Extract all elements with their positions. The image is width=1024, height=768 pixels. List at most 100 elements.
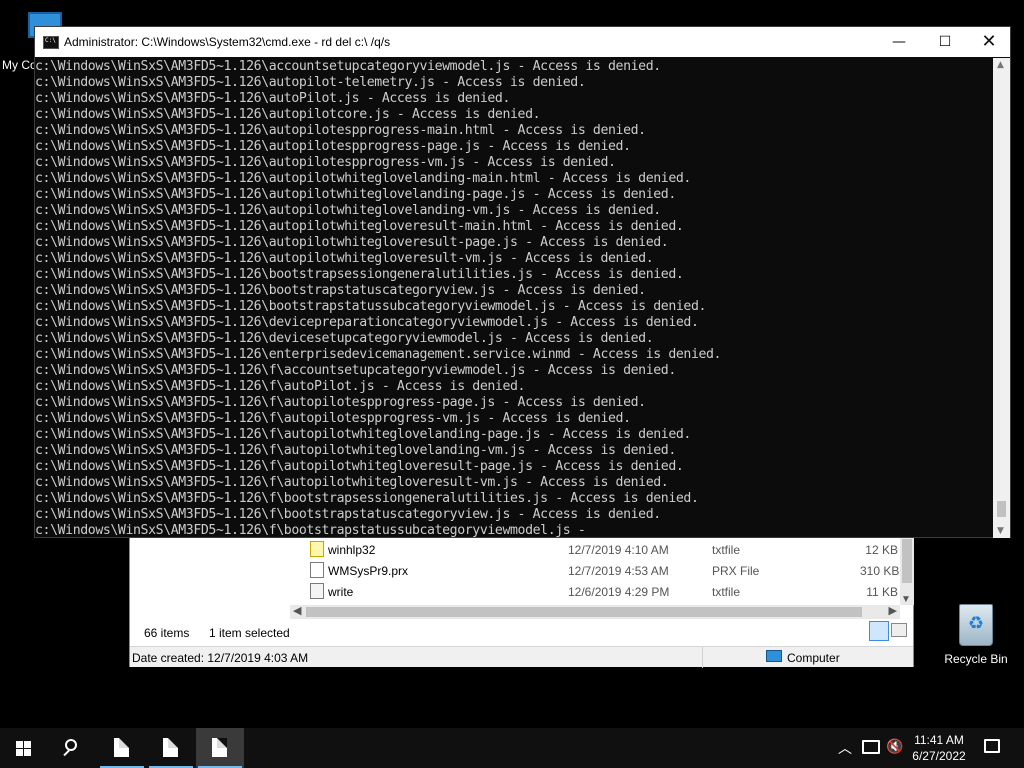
maximize-button[interactable]: ☐ — [922, 27, 968, 57]
console-line: c:\Windows\WinSxS\AM3FD5~1.126\autopilot… — [35, 187, 676, 202]
console-line: c:\Windows\WinSxS\AM3FD5~1.126\f\account… — [35, 363, 676, 378]
divider — [702, 647, 703, 668]
scroll-up-icon[interactable]: ▲ — [997, 60, 1004, 70]
taskbar-app-1[interactable] — [98, 728, 146, 768]
file-row[interactable]: WMSysPr9.prx 12/7/2019 4:53 AM PRX File … — [290, 560, 900, 581]
file-row[interactable]: write 12/6/2019 4:29 PM txtfile 11 KB — [290, 581, 900, 602]
file-date: 12/7/2019 4:53 AM — [568, 564, 669, 578]
search-button[interactable] — [48, 728, 96, 768]
cmd-app-icon — [43, 36, 59, 49]
scroll-left-icon[interactable]: ◀ — [293, 604, 301, 617]
clock-time: 11:41 AM — [914, 733, 964, 747]
write-file-icon — [310, 583, 324, 599]
console-line: c:\Windows\WinSxS\AM3FD5~1.126\autopilot… — [35, 203, 661, 218]
console-line: c:\Windows\WinSxS\AM3FD5~1.126\accountse… — [35, 59, 661, 74]
console-line: c:\Windows\WinSxS\AM3FD5~1.126\enterpris… — [35, 347, 722, 362]
notifications-icon[interactable] — [984, 739, 1000, 753]
file-date: 12/7/2019 4:10 AM — [568, 543, 669, 557]
scroll-down-icon[interactable]: ▼ — [997, 526, 1004, 536]
cmd-window: Administrator: C:\Windows\System32\cmd.e… — [34, 26, 1011, 538]
file-icon — [212, 738, 227, 757]
file-type: txtfile — [712, 543, 741, 557]
view-toggle — [869, 621, 909, 641]
scroll-right-icon[interactable]: ▶ — [889, 604, 897, 617]
vertical-scrollbar[interactable]: ▼ — [900, 535, 914, 605]
desktop-icon-label: Recycle Bin — [944, 652, 1008, 666]
file-icon — [114, 738, 129, 757]
taskbar-app-2[interactable] — [147, 728, 195, 768]
file-name: winhlp32 — [328, 543, 376, 557]
computer-icon — [766, 650, 782, 662]
console-line: c:\Windows\WinSxS\AM3FD5~1.126\f\autopil… — [35, 459, 684, 474]
window-title: Administrator: C:\Windows\System32\cmd.e… — [64, 35, 391, 49]
details-view-icon[interactable] — [869, 621, 889, 641]
show-hidden-icons-chevron-icon[interactable]: ︿ — [838, 738, 854, 756]
vertical-scrollbar[interactable]: ▲ ▼ — [993, 58, 1010, 538]
console-line: c:\Windows\WinSxS\AM3FD5~1.126\f\autoPil… — [35, 379, 526, 394]
desktop-icon-label: My Co — [2, 58, 37, 72]
file-list[interactable]: winhlp32 12/7/2019 4:10 AM txtfile 12 KB… — [290, 535, 914, 607]
console-line: c:\Windows\WinSxS\AM3FD5~1.126\autopilot… — [35, 171, 691, 186]
large-icons-view-icon[interactable] — [891, 623, 907, 637]
console-line: c:\Windows\WinSxS\AM3FD5~1.126\f\autopil… — [35, 395, 646, 410]
console-line: c:\Windows\WinSxS\AM3FD5~1.126\devicepre… — [35, 315, 699, 330]
console-line: c:\Windows\WinSxS\AM3FD5~1.126\f\autopil… — [35, 411, 631, 426]
file-name: write — [328, 585, 354, 599]
console-line: c:\Windows\WinSxS\AM3FD5~1.126\autoPilot… — [35, 91, 510, 106]
console-line: c:\Windows\WinSxS\AM3FD5~1.126\autopilot… — [35, 219, 684, 234]
file-icon — [310, 562, 324, 578]
file-icon — [163, 738, 178, 757]
console-line: c:\Windows\WinSxS\AM3FD5~1.126\autopilot… — [35, 107, 541, 122]
console-line: c:\Windows\WinSxS\AM3FD5~1.126\f\bootstr… — [35, 507, 661, 522]
console-line: c:\Windows\WinSxS\AM3FD5~1.126\autopilot… — [35, 75, 586, 90]
console-line: c:\Windows\WinSxS\AM3FD5~1.126\autopilot… — [35, 251, 654, 266]
recycle-bin-icon — [959, 604, 993, 646]
system-clock[interactable]: 11:41 AM 6/27/2022 — [908, 732, 970, 768]
taskbar-app-3[interactable] — [196, 728, 244, 768]
navigation-pane[interactable] — [130, 535, 290, 619]
console-line: c:\Windows\WinSxS\AM3FD5~1.126\f\bootstr… — [35, 523, 586, 538]
file-type: txtfile — [712, 585, 741, 599]
scroll-down-icon[interactable]: ▼ — [901, 594, 911, 605]
console-line: c:\Windows\WinSxS\AM3FD5~1.126\bootstrap… — [35, 267, 684, 282]
help-file-icon — [310, 541, 324, 557]
scrollbar-thumb[interactable] — [902, 539, 912, 583]
console-output[interactable]: c:\Windows\WinSxS\AM3FD5~1.126\accountse… — [35, 58, 995, 538]
console-line: c:\Windows\WinSxS\AM3FD5~1.126\deviceset… — [35, 331, 654, 346]
windows-logo-icon — [16, 741, 32, 756]
file-name: WMSysPr9.prx — [328, 564, 409, 578]
clock-date: 6/27/2022 — [912, 749, 966, 763]
horizontal-scrollbar[interactable]: ◀ ▶ — [290, 605, 900, 619]
search-icon — [65, 739, 77, 751]
network-icon[interactable] — [862, 740, 880, 754]
minimize-button[interactable]: — — [876, 27, 922, 57]
file-size: 310 KB — [860, 564, 900, 578]
console-line: c:\Windows\WinSxS\AM3FD5~1.126\f\autopil… — [35, 475, 669, 490]
scrollbar-thumb[interactable] — [306, 607, 862, 617]
desktop-icon-recycle-bin[interactable]: Recycle Bin — [942, 600, 1010, 666]
console-line: c:\Windows\WinSxS\AM3FD5~1.126\autopilot… — [35, 155, 616, 170]
taskbar: ︿ 🔇 11:41 AM 6/27/2022 — [0, 728, 1024, 768]
console-line: c:\Windows\WinSxS\AM3FD5~1.126\autopilot… — [35, 139, 631, 154]
start-button[interactable] — [0, 728, 48, 768]
date-created: Date created: 12/7/2019 4:03 AM — [132, 651, 309, 665]
console-line: c:\Windows\WinSxS\AM3FD5~1.126\bootstrap… — [35, 283, 646, 298]
console-line: c:\Windows\WinSxS\AM3FD5~1.126\f\autopil… — [35, 443, 676, 458]
file-date: 12/6/2019 4:29 PM — [568, 585, 670, 599]
scrollbar-thumb[interactable] — [997, 501, 1006, 517]
file-row[interactable]: winhlp32 12/7/2019 4:10 AM txtfile 12 KB — [290, 539, 900, 560]
title-bar[interactable]: Administrator: C:\Windows\System32\cmd.e… — [35, 27, 1010, 57]
file-type: PRX File — [712, 564, 760, 578]
selection-count: 1 item selected — [209, 626, 290, 640]
file-size: 11 KB — [866, 585, 898, 599]
console-line: c:\Windows\WinSxS\AM3FD5~1.126\autopilot… — [35, 123, 646, 138]
console-line: c:\Windows\WinSxS\AM3FD5~1.126\f\bootstr… — [35, 491, 699, 506]
close-button[interactable]: ✕ — [966, 27, 1012, 57]
console-line: c:\Windows\WinSxS\AM3FD5~1.126\f\autopil… — [35, 427, 691, 442]
volume-muted-icon[interactable]: 🔇 — [886, 738, 904, 768]
file-explorer-window: winhlp32 12/7/2019 4:10 AM txtfile 12 KB… — [129, 534, 914, 668]
details-bar: Date created: 12/7/2019 4:03 AM Computer — [130, 646, 913, 668]
location-label: Computer — [787, 651, 840, 665]
console-line: c:\Windows\WinSxS\AM3FD5~1.126\bootstrap… — [35, 299, 707, 314]
console-line: c:\Windows\WinSxS\AM3FD5~1.126\autopilot… — [35, 235, 669, 250]
